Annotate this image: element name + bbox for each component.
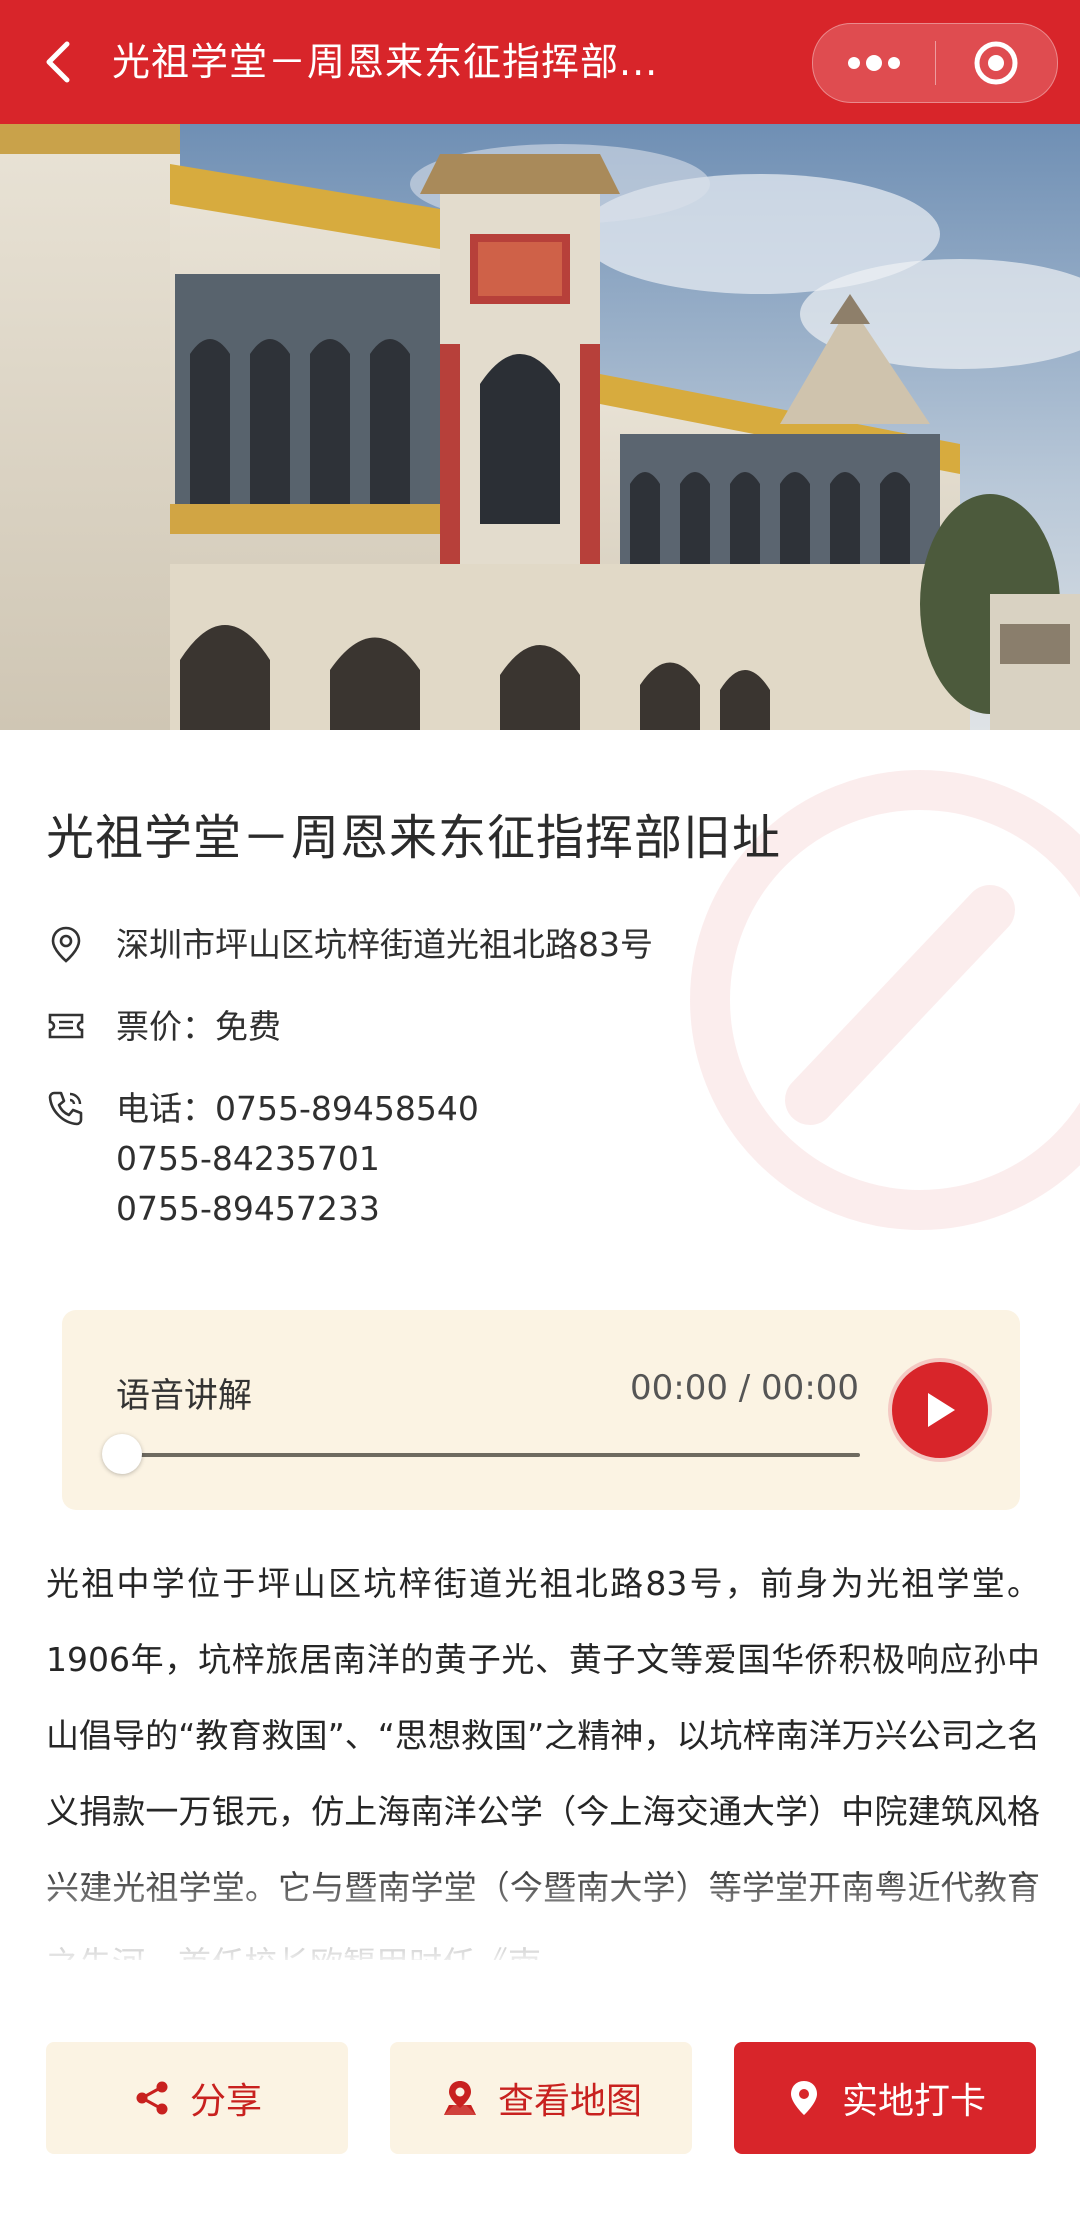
- text-fade-overlay: [0, 1860, 1080, 1960]
- audio-guide-title: 语音讲解: [116, 1376, 252, 1416]
- more-button[interactable]: [813, 24, 935, 102]
- more-dots-icon: [847, 55, 900, 71]
- share-icon: [136, 2081, 168, 2115]
- close-mini-program-button[interactable]: [936, 24, 1058, 102]
- view-map-label: 查看地图: [497, 2081, 642, 2122]
- phone-row: 电话：0755-89458540 0755-84235701 0755-8945…: [46, 1084, 479, 1234]
- audio-guide-card: 语音讲解 00:00 / 00:00: [62, 1310, 1020, 1510]
- audio-progress-knob[interactable]: [102, 1434, 142, 1474]
- audio-progress-track[interactable]: [122, 1453, 860, 1457]
- phone-number-3[interactable]: 0755-89457233: [116, 1184, 479, 1234]
- bottom-action-bar: 分享 查看地图 实地打卡: [0, 1960, 1080, 2215]
- target-circle-icon: [974, 41, 1018, 85]
- phone-number-1[interactable]: 0755-89458540: [215, 1089, 479, 1128]
- check-in-label: 实地打卡: [841, 2081, 986, 2122]
- phone-number-2[interactable]: 0755-84235701: [116, 1134, 479, 1184]
- back-button[interactable]: [30, 30, 86, 94]
- top-nav-bar: 光祖学堂－周恩来东征指挥部...: [0, 0, 1080, 124]
- audio-time-display: 00:00 / 00:00: [630, 1368, 860, 1408]
- chevron-left-icon: [46, 41, 70, 83]
- mini-program-capsule: [812, 23, 1058, 103]
- address-row: 深圳市坪山区坑梓街道光祖北路83号: [46, 920, 653, 970]
- hero-photo: [0, 124, 1080, 730]
- phone-icon: [48, 1091, 83, 1126]
- address-text: 深圳市坪山区坑梓街道光祖北路83号: [116, 925, 653, 964]
- ticket-row: 票价：免费: [46, 1002, 281, 1052]
- share-button[interactable]: 分享: [46, 2042, 348, 2154]
- location-pin-icon: [51, 926, 81, 963]
- building-illustration: [0, 124, 1080, 730]
- ticket-icon: [48, 1013, 84, 1039]
- detail-content: 光祖学堂－周恩来东征指挥部旧址 深圳市坪山区坑梓街道光祖北路83号 票价：免费 …: [0, 730, 1080, 1960]
- phone-label: 电话：: [116, 1089, 215, 1128]
- phone-numbers: 电话：0755-89458540 0755-84235701 0755-8945…: [116, 1084, 479, 1234]
- map-pin-icon: [443, 2081, 476, 2115]
- play-icon: [928, 1393, 955, 1427]
- location-pin-icon: [790, 2081, 817, 2115]
- share-label: 分享: [189, 2081, 262, 2122]
- ticket-price-text: 票价：免费: [116, 1007, 281, 1046]
- play-button[interactable]: [892, 1362, 988, 1458]
- site-name: 光祖学堂－周恩来东征指挥部旧址: [46, 810, 782, 866]
- view-map-button[interactable]: 查看地图: [390, 2042, 692, 2154]
- check-in-button[interactable]: 实地打卡: [734, 2042, 1036, 2154]
- page-title: 光祖学堂－周恩来东征指挥部...: [112, 40, 659, 84]
